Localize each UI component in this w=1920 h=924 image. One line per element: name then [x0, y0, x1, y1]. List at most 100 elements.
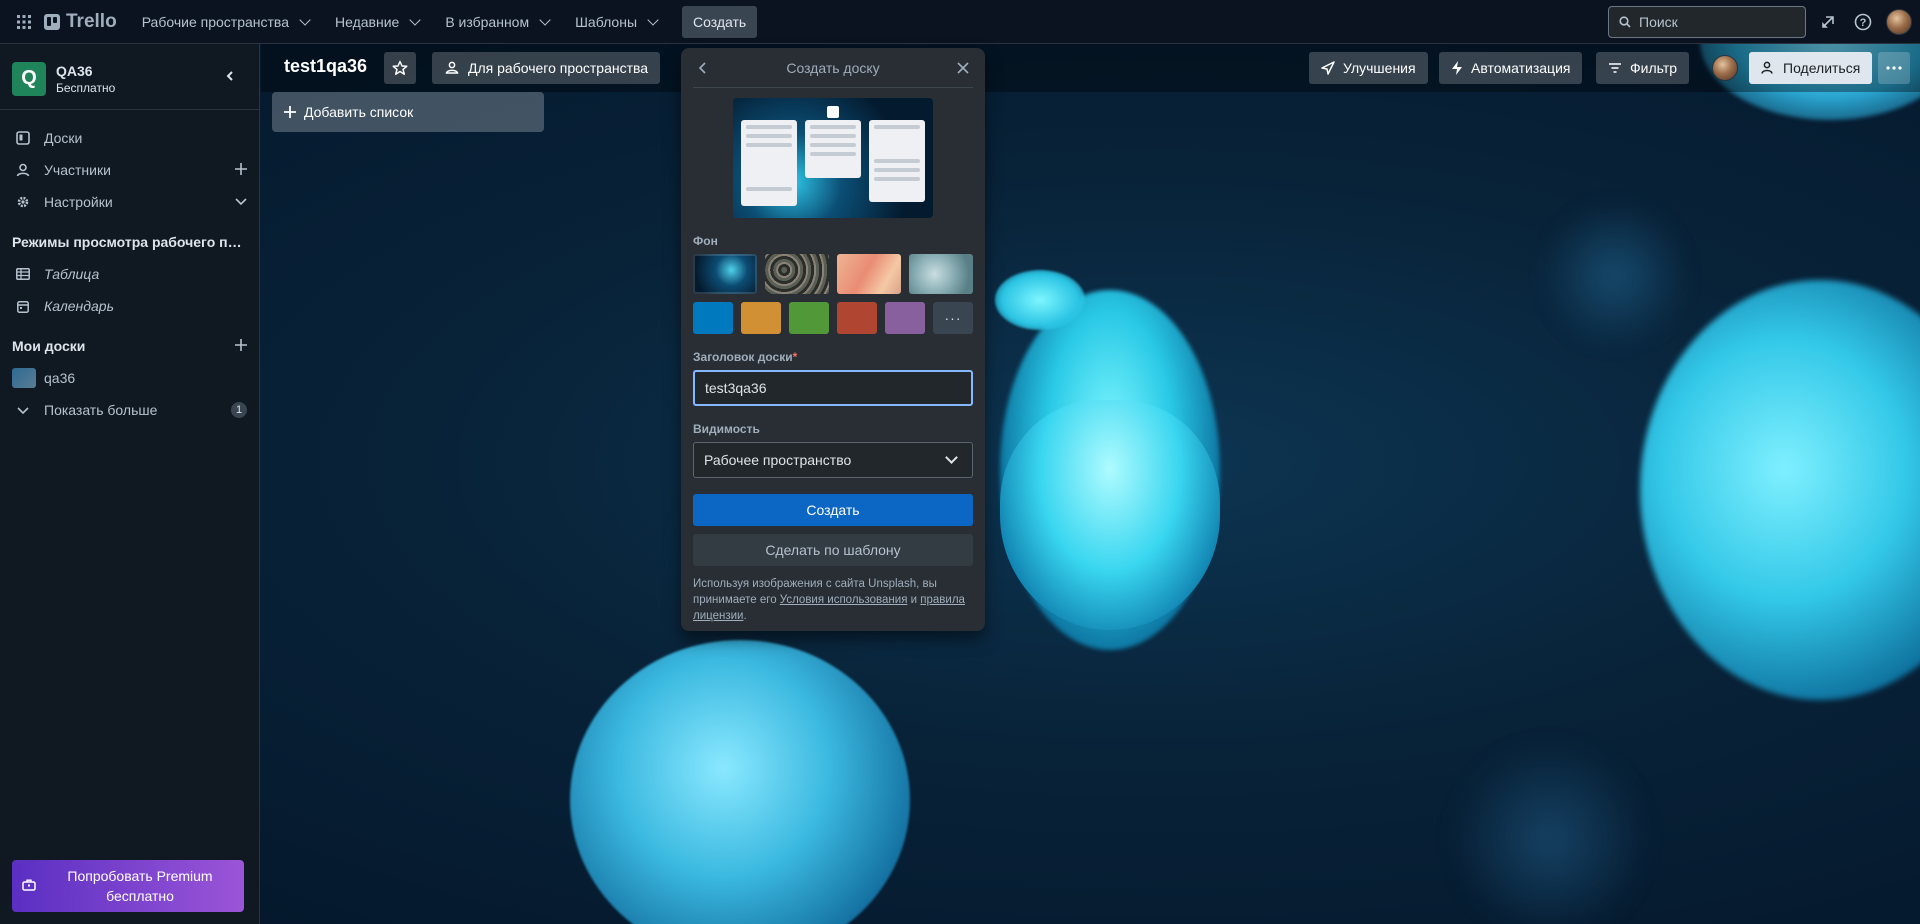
- filter-icon: [1609, 63, 1621, 73]
- sidebar-item-label: Настройки: [44, 194, 113, 210]
- back-icon[interactable]: [695, 60, 711, 76]
- sidebar-item-settings[interactable]: Настройки: [0, 186, 259, 218]
- sidebar-board-qa36[interactable]: qa36: [0, 362, 259, 394]
- automation-button[interactable]: Автоматизация: [1439, 52, 1583, 84]
- trello-logo-icon: [827, 106, 839, 118]
- filter-label: Фильтр: [1630, 60, 1678, 76]
- add-list-button[interactable]: Добавить список: [272, 92, 544, 132]
- popover-title: Создать доску: [786, 59, 880, 76]
- sidebar-item-boards[interactable]: Доски: [0, 122, 259, 154]
- background-photo-jellyfish[interactable]: [693, 254, 757, 294]
- chevron-down-icon[interactable]: [235, 194, 247, 210]
- automation-label: Автоматизация: [1471, 60, 1571, 76]
- sidebar-item-calendar[interactable]: Календарь: [0, 290, 259, 322]
- board-title-input[interactable]: [693, 370, 973, 406]
- visibility-select[interactable]: Рабочее пространство: [693, 442, 973, 478]
- add-board-icon[interactable]: [235, 338, 247, 354]
- add-member-icon[interactable]: [235, 162, 247, 178]
- collapse-sidebar-icon[interactable]: [220, 66, 240, 86]
- notifications-icon[interactable]: [1816, 10, 1840, 34]
- premium-icon: [22, 878, 36, 894]
- board-thumbnail: [12, 368, 36, 388]
- chevron-down-icon: [647, 13, 659, 26]
- create-board-button[interactable]: Создать: [693, 494, 973, 526]
- more-backgrounds-button[interactable]: ···: [933, 302, 973, 334]
- create-button[interactable]: Создать: [682, 5, 758, 38]
- chevron-down-icon: [16, 403, 30, 417]
- nav-workspaces[interactable]: Рабочие пространства: [131, 6, 320, 38]
- trello-logo-icon: [44, 13, 60, 30]
- add-list-label: Добавить список: [304, 104, 414, 120]
- my-boards-heading: Мои доски: [0, 330, 259, 362]
- brand-name: Trello: [66, 10, 117, 32]
- background-color-blue[interactable]: [693, 302, 733, 334]
- workspace-name[interactable]: QA36: [56, 63, 115, 79]
- nav-starred[interactable]: В избранном: [434, 6, 560, 38]
- nav-starred-label: В избранном: [445, 13, 530, 30]
- svg-text:?: ?: [1860, 17, 1867, 29]
- workspace-plan: Бесплатно: [56, 80, 116, 95]
- app-switcher-icon[interactable]: [12, 10, 36, 34]
- background-photos: [693, 254, 973, 294]
- trello-logo[interactable]: Trello: [44, 11, 117, 33]
- sidebar: Q QA36 Бесплатно Доски Участники Настрой…: [0, 44, 260, 924]
- rocket-icon: [1321, 61, 1335, 75]
- sidebar-item-table[interactable]: Таблица: [0, 258, 259, 290]
- chevron-down-icon: [409, 13, 421, 26]
- terms-of-use-link[interactable]: Условия использования: [780, 594, 908, 606]
- nav-recent[interactable]: Недавние: [324, 6, 430, 38]
- try-premium-button[interactable]: Попробовать Premium бесплатно: [12, 860, 244, 912]
- filter-button[interactable]: Фильтр: [1596, 52, 1690, 84]
- background-photo-leaves[interactable]: [765, 254, 829, 294]
- visibility-select-value: Рабочее пространство: [704, 452, 852, 468]
- board-title-label: Заголовок доски*: [693, 350, 973, 364]
- required-mark: *: [792, 350, 798, 364]
- sidebar-board-label: qa36: [44, 370, 76, 386]
- visibility-field-label: Видимость: [693, 422, 760, 436]
- create-board-popover: Создать доску Фон ··· Заголовок доски* В…: [681, 48, 985, 631]
- lightning-icon: [1452, 61, 1462, 75]
- legal-text: .: [743, 610, 747, 622]
- legal-text: и: [907, 594, 921, 606]
- background-color-purple[interactable]: [885, 302, 925, 334]
- close-icon[interactable]: [955, 60, 971, 76]
- search-placeholder: Поиск: [1639, 14, 1678, 30]
- nav-templates-label: Шаблоны: [575, 13, 638, 30]
- background-color-red[interactable]: [837, 302, 877, 334]
- start-with-template-button[interactable]: Сделать по шаблону: [693, 534, 973, 566]
- board-menu-button[interactable]: [1878, 52, 1910, 84]
- visibility-button[interactable]: Для рабочего пространства: [432, 52, 661, 84]
- top-navigation: Trello Рабочие пространства Недавние В и…: [0, 0, 1920, 44]
- help-icon[interactable]: ?: [1851, 10, 1875, 34]
- person-icon: [16, 163, 30, 177]
- member-avatar[interactable]: [1712, 55, 1738, 81]
- board-icon: [16, 131, 30, 145]
- chevron-down-icon: [299, 13, 311, 26]
- powerups-label: Улучшения: [1343, 60, 1416, 76]
- background-color-orange[interactable]: [741, 302, 781, 334]
- gear-icon: [16, 195, 30, 209]
- nav-recent-label: Недавние: [334, 13, 400, 30]
- user-avatar[interactable]: [1886, 9, 1912, 35]
- my-boards-heading-text: Мои доски: [12, 338, 86, 354]
- board-title[interactable]: test1qa36: [284, 56, 367, 77]
- show-more-label: Показать больше: [44, 402, 158, 418]
- sidebar-item-members[interactable]: Участники: [0, 154, 259, 186]
- background-colors: ···: [693, 302, 973, 334]
- star-icon: [392, 60, 408, 75]
- search-input[interactable]: Поиск: [1608, 6, 1806, 38]
- powerups-button[interactable]: Улучшения: [1309, 52, 1428, 84]
- star-board-button[interactable]: [384, 52, 416, 84]
- background-photo-glass[interactable]: [909, 254, 973, 294]
- nav-templates[interactable]: Шаблоны: [564, 6, 668, 38]
- chevron-down-icon: [539, 13, 551, 26]
- background-photo-peach[interactable]: [837, 254, 901, 294]
- background-color-green[interactable]: [789, 302, 829, 334]
- more-icon: [1886, 66, 1902, 70]
- workspace-badge[interactable]: Q: [12, 61, 46, 96]
- search-icon: [1619, 16, 1631, 28]
- share-button[interactable]: Поделиться: [1749, 52, 1873, 84]
- chevron-down-icon: [945, 451, 958, 464]
- show-more-boards[interactable]: Показать больше 1: [0, 394, 259, 426]
- board-preview: [733, 98, 933, 218]
